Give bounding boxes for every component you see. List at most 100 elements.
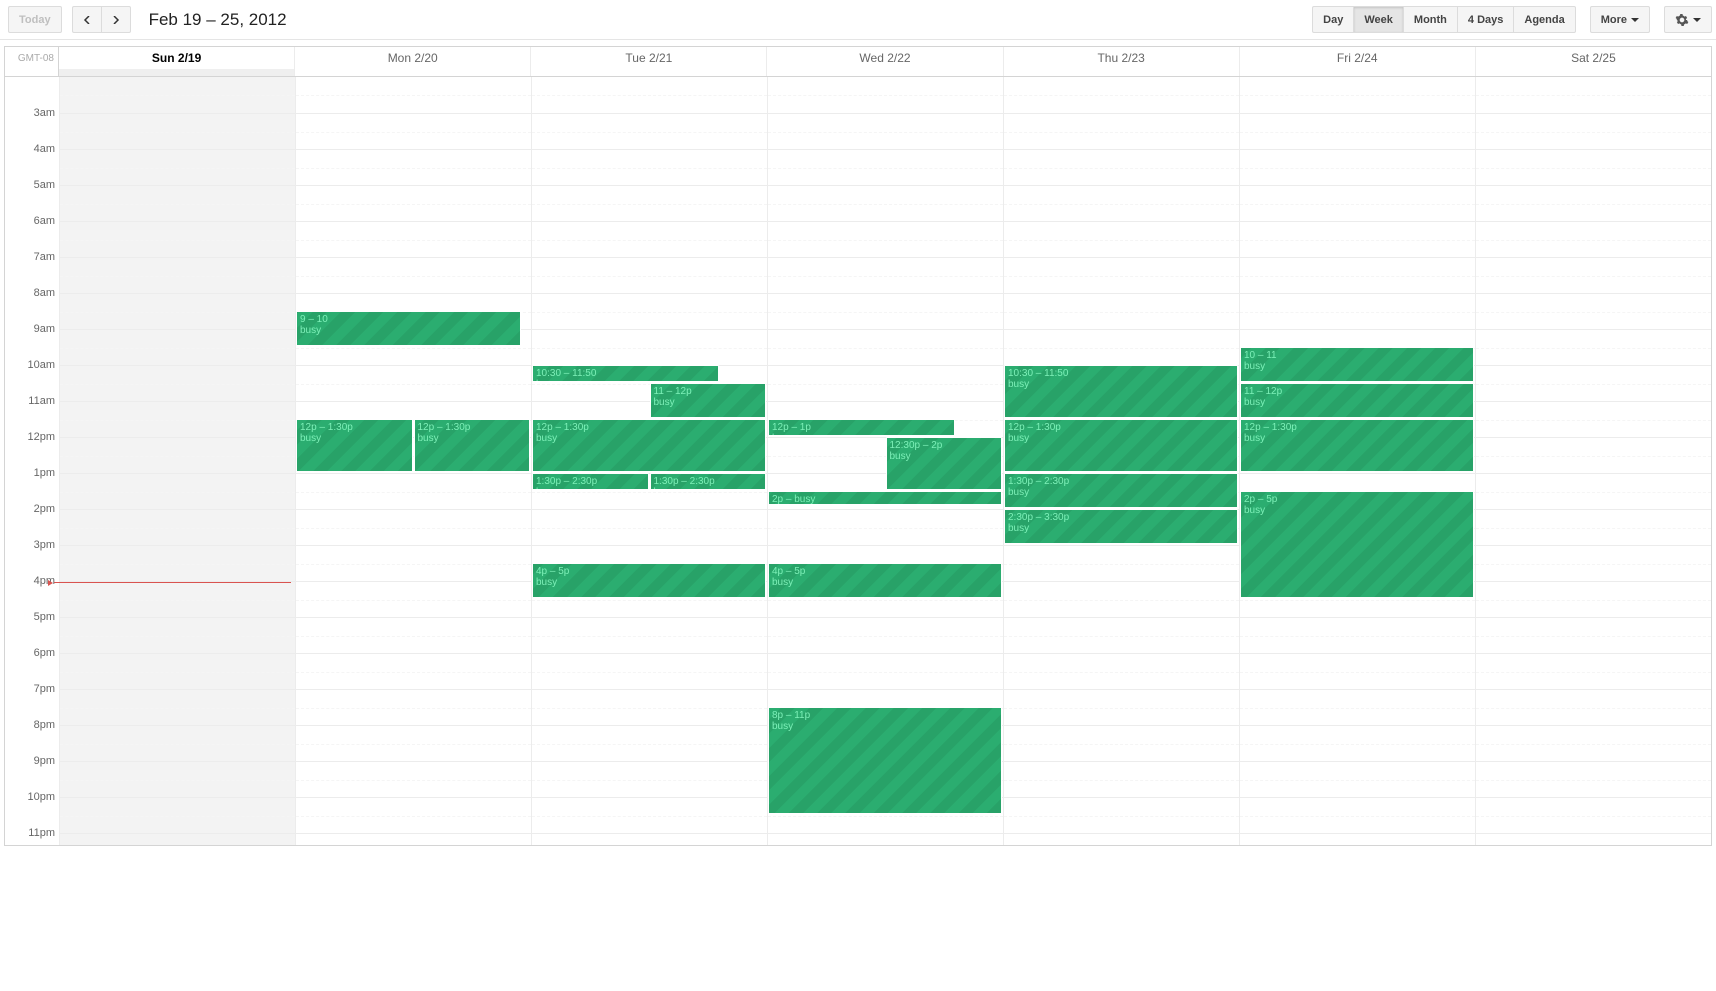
event-title: busy	[1244, 361, 1470, 372]
event-title: busy	[772, 721, 998, 732]
event-title: busy	[654, 397, 763, 408]
allday-cell[interactable]	[531, 69, 767, 76]
hour-label: 3pm	[5, 538, 59, 574]
event-time: 2p – 5p	[1244, 494, 1470, 505]
event-title: busy	[1244, 397, 1470, 408]
caret-down-icon	[1631, 18, 1639, 22]
calendar-event[interactable]: 1:30p – 2:30pbusy	[1004, 473, 1238, 508]
allday-cell[interactable]	[1004, 69, 1240, 76]
view-day-button[interactable]: Day	[1312, 6, 1354, 33]
event-title: busy	[1244, 505, 1470, 516]
hour-label: 10am	[5, 358, 59, 394]
day-column[interactable]	[1475, 77, 1711, 846]
event-time: 4p – 5p	[772, 566, 998, 577]
calendar-event[interactable]: 4p – 5pbusy	[768, 563, 1002, 598]
event-time: 11 – 12p	[654, 386, 763, 397]
day-header[interactable]: Fri 2/24	[1240, 47, 1476, 69]
allday-cell[interactable]	[295, 69, 531, 76]
hour-label: 3am	[5, 106, 59, 142]
calendar-grid-scroll[interactable]: 3am4am5am6am7am8am9am10am11am12pm1pm2pm3…	[4, 77, 1712, 846]
allday-cell[interactable]	[767, 69, 1003, 76]
calendar-event[interactable]: 1:30p – 2:30pbusy	[650, 473, 767, 490]
day-column[interactable]: 10:30 – 11:50busy12p – 1:30pbusy1:30p – …	[1003, 77, 1239, 846]
calendar-event[interactable]: 12p – 1pbusy	[768, 419, 955, 436]
day-header-row: GMT-08 Sun 2/19Mon 2/20Tue 2/21Wed 2/22T…	[4, 46, 1712, 69]
event-title: busy	[654, 487, 763, 490]
event-title: busy	[536, 487, 645, 490]
allday-cell[interactable]	[59, 69, 295, 76]
calendar-event[interactable]: 12p – 1:30pbusy	[532, 419, 766, 472]
prev-button[interactable]	[72, 6, 102, 33]
calendar-event[interactable]: 2:30p – 3:30pbusy	[1004, 509, 1238, 544]
chevron-right-icon	[112, 16, 120, 24]
event-title: busy	[1008, 379, 1234, 390]
event-title: busy	[300, 325, 517, 336]
hour-label: 12pm	[5, 430, 59, 466]
day-column[interactable]: 10:30 – 11:50busy11 – 12pbusy12p – 1:30p…	[531, 77, 767, 846]
event-title: busy	[418, 433, 527, 444]
event-title: busy	[536, 577, 762, 588]
hour-label: 5am	[5, 178, 59, 214]
calendar-event[interactable]: 8p – 11pbusy	[768, 707, 1002, 814]
calendar-event[interactable]: 12p – 1:30pbusy	[296, 419, 413, 472]
allday-cell[interactable]	[1240, 69, 1476, 76]
calendar-event[interactable]: 12p – 1:30pbusy	[1004, 419, 1238, 472]
event-time: 10 – 11	[1244, 350, 1470, 361]
event-time: 12:30p – 2p	[890, 440, 999, 451]
calendar-event[interactable]: 11 – 12pbusy	[650, 383, 767, 418]
calendar-event[interactable]: 11 – 12pbusy	[1240, 383, 1474, 418]
hour-label: 5pm	[5, 610, 59, 646]
day-header[interactable]: Tue 2/21	[531, 47, 767, 69]
day-column[interactable]	[59, 77, 295, 846]
calendar-event[interactable]: 1:30p – 2:30pbusy	[532, 473, 649, 490]
calendar-event[interactable]: 2p – 5pbusy	[1240, 491, 1474, 598]
hour-gutter: 3am4am5am6am7am8am9am10am11am12pm1pm2pm3…	[5, 77, 59, 846]
today-button[interactable]: Today	[8, 6, 62, 33]
more-menu-button[interactable]: More	[1590, 6, 1650, 33]
event-time: 11 – 12p	[1244, 386, 1470, 397]
day-header[interactable]: Sun 2/19	[59, 47, 295, 69]
hour-label: 6pm	[5, 646, 59, 682]
calendar-event[interactable]: 12p – 1:30pbusy	[1240, 419, 1474, 472]
hour-label: 1pm	[5, 466, 59, 502]
hour-label: 8pm	[5, 718, 59, 754]
calendar-event[interactable]: 10 – 11busy	[1240, 347, 1474, 382]
next-button[interactable]	[102, 6, 131, 33]
hour-label: 8am	[5, 286, 59, 322]
hour-label: 4am	[5, 142, 59, 178]
hour-label: 9am	[5, 322, 59, 358]
calendar-event[interactable]: 12p – 1:30pbusy	[414, 419, 531, 472]
event-title: busy	[1008, 487, 1234, 498]
view-agenda-button[interactable]: Agenda	[1514, 6, 1575, 33]
hour-label: 11pm	[5, 826, 59, 846]
event-title: busy	[1244, 433, 1470, 444]
calendar-event[interactable]: 9 – 10busy	[296, 311, 521, 346]
caret-down-icon	[1693, 18, 1701, 22]
day-header[interactable]: Thu 2/23	[1004, 47, 1240, 69]
calendar-event[interactable]: 4p – 5pbusy	[532, 563, 766, 598]
calendar-event[interactable]: 10:30 – 11:50busy	[1004, 365, 1238, 418]
allday-cell[interactable]	[1476, 69, 1711, 76]
calendar-toolbar: Today Feb 19 – 25, 2012 DayWeekMonth4 Da…	[0, 0, 1716, 40]
gear-icon	[1675, 13, 1689, 27]
view-4-days-button[interactable]: 4 Days	[1458, 6, 1514, 33]
day-header[interactable]: Sat 2/25	[1476, 47, 1711, 69]
hour-label: 6am	[5, 214, 59, 250]
day-column[interactable]: 12p – 1pbusy12:30p – 2pbusy2p – busy4p –…	[767, 77, 1003, 846]
calendar-event[interactable]: 12:30p – 2pbusy	[886, 437, 1003, 490]
day-header[interactable]: Mon 2/20	[295, 47, 531, 69]
calendar-event[interactable]: 10:30 – 11:50busy	[532, 365, 719, 382]
day-column[interactable]: 10 – 11busy11 – 12pbusy12p – 1:30pbusy2p…	[1239, 77, 1475, 846]
view-week-button[interactable]: Week	[1354, 6, 1404, 33]
settings-button[interactable]	[1664, 6, 1712, 33]
event-title: busy	[772, 577, 998, 588]
day-column[interactable]: 9 – 10busy 12p – 1:30pbusy12p – 1:30pbusy	[295, 77, 531, 846]
day-header[interactable]: Wed 2/22	[767, 47, 1003, 69]
calendar-event[interactable]: 2p – busy	[768, 491, 1002, 505]
allday-row	[4, 69, 1712, 77]
event-time: 12p – 1:30p	[1008, 422, 1234, 433]
view-month-button[interactable]: Month	[1404, 6, 1458, 33]
event-time: 2:30p – 3:30p	[1008, 512, 1234, 523]
event-time: 10:30 – 11:50	[1008, 368, 1234, 379]
event-time: 2p – busy	[772, 494, 998, 505]
